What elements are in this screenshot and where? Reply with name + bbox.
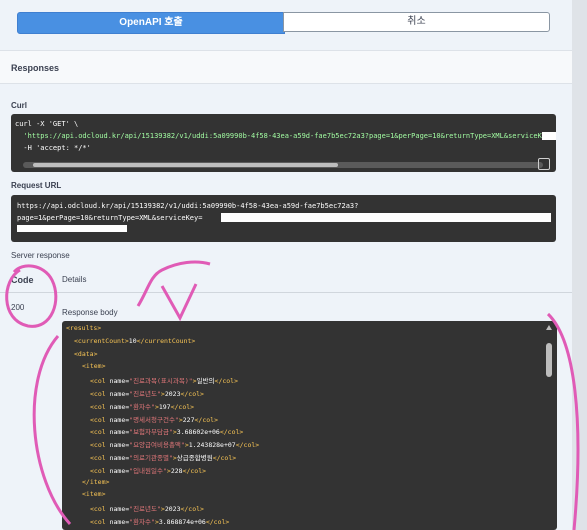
- curl-line-2: 'https://api.odcloud.kr/api/15139382/v1/…: [15, 132, 555, 140]
- xml-line: <col name="명세서청구건수">227</col>: [90, 415, 218, 424]
- curl-line-1: curl -X 'GET' \: [15, 120, 79, 128]
- xml-line: <item>: [82, 490, 106, 499]
- cancel-button[interactable]: 취소: [283, 12, 550, 32]
- request-url-line-1: https://api.odcloud.kr/api/15139382/v1/u…: [17, 202, 359, 210]
- xml-line: <col name="환자수">197</col>: [90, 402, 195, 411]
- xml-line: <item>: [82, 362, 106, 371]
- redacted-key: [221, 213, 551, 222]
- xml-line: <col name="진료년도">2023</col>: [90, 505, 204, 514]
- vertical-scrollbar[interactable]: [545, 325, 554, 525]
- xml-line: <col name="의료기관종별">상급종합병원</col>: [90, 454, 237, 462]
- scroll-up-arrow-icon[interactable]: [546, 325, 552, 330]
- page-scrollbar[interactable]: [572, 0, 587, 530]
- response-body-label: Response body: [62, 308, 118, 317]
- responses-header: Responses: [0, 50, 572, 84]
- xml-line: <col name="진료과목(표시과목)">일반의</col>: [90, 377, 239, 386]
- scroll-thumb[interactable]: [33, 163, 338, 167]
- curl-code-block[interactable]: curl -X 'GET' \ 'https://api.odcloud.kr/…: [11, 114, 556, 172]
- action-buttons: OpenAPI 호출 취소: [17, 12, 550, 34]
- response-code: 200: [11, 303, 25, 312]
- xml-line: <col name="진료년도">2023</col>: [90, 390, 204, 398]
- xml-line: <col name="환자수">3.868874e+06</col>: [90, 518, 230, 526]
- xml-line: </item>: [82, 477, 110, 486]
- horizontal-scrollbar[interactable]: [23, 162, 543, 168]
- server-response-label: Server response: [11, 251, 70, 260]
- code-header: Code: [11, 275, 34, 285]
- xml-line: <currentCount>10</currentCount>: [74, 336, 196, 345]
- curl-label: Curl: [11, 101, 27, 110]
- openapi-call-button[interactable]: OpenAPI 호출: [17, 12, 285, 34]
- details-header: Details: [62, 275, 87, 284]
- xml-line: <col name="보험자부담금">3.68602e+06</col>: [90, 428, 244, 437]
- scroll-thumb[interactable]: [546, 343, 552, 377]
- redacted-key-continued: [17, 225, 127, 232]
- responses-title: Responses: [11, 63, 60, 73]
- request-url-block[interactable]: https://api.odcloud.kr/api/15139382/v1/u…: [11, 195, 556, 242]
- xml-line: <results>: [66, 324, 102, 332]
- request-url-line-2: page=1&perPage=10&returnType=XML&service…: [17, 214, 203, 222]
- redacted-key: [542, 132, 556, 140]
- xml-line: <col name="요양급여비용총액">1.243828e+07</col>: [90, 441, 260, 450]
- curl-line-3: -H 'accept: */*': [15, 144, 91, 152]
- request-url-label: Request URL: [11, 181, 62, 190]
- response-body-block[interactable]: <results> <currentCount>10</currentCount>…: [62, 321, 557, 530]
- copy-icon[interactable]: [538, 158, 550, 170]
- xml-line: <data>: [74, 349, 98, 358]
- execute-panel: OpenAPI 호출 취소 Responses Curl curl -X 'GE…: [0, 0, 573, 530]
- xml-line: <col name="입내원일수">228</col>: [90, 466, 207, 475]
- response-table-header: Code Details: [0, 270, 572, 293]
